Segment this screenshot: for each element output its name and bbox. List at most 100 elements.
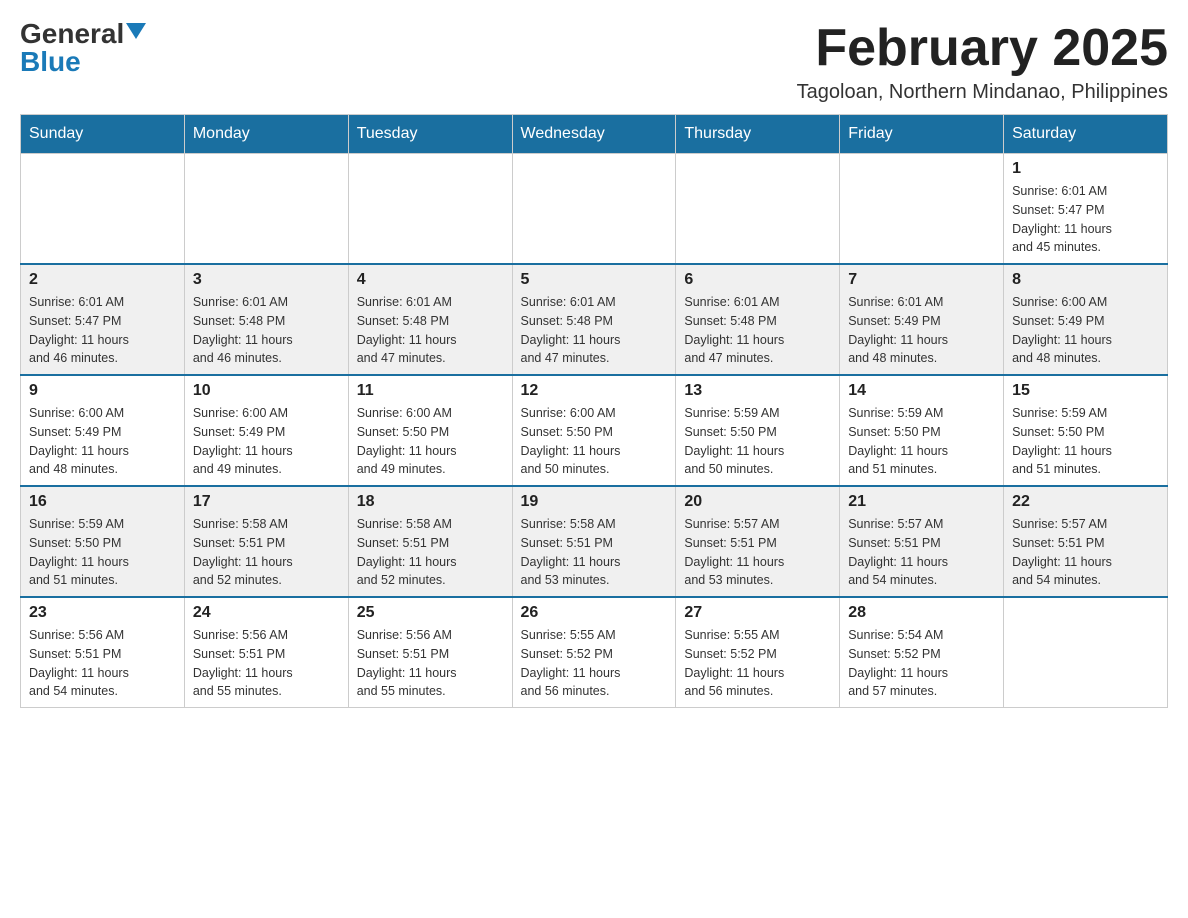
calendar-day-cell bbox=[676, 154, 840, 265]
day-number: 9 bbox=[29, 382, 176, 400]
calendar-day-cell: 17 Sunrise: 5:58 AM Sunset: 5:51 PM Dayli… bbox=[184, 486, 348, 597]
day-number: 2 bbox=[29, 271, 176, 289]
day-number: 19 bbox=[521, 493, 668, 511]
calendar-day-cell: 16 Sunrise: 5:59 AM Sunset: 5:50 PM Dayli… bbox=[21, 486, 185, 597]
day-number: 24 bbox=[193, 604, 340, 622]
calendar-day-cell bbox=[512, 154, 676, 265]
day-number: 1 bbox=[1012, 160, 1159, 178]
day-number: 3 bbox=[193, 271, 340, 289]
calendar-day-header: Saturday bbox=[1004, 115, 1168, 154]
day-info: Sunrise: 5:58 AM Sunset: 5:51 PM Dayligh… bbox=[357, 515, 504, 590]
day-number: 12 bbox=[521, 382, 668, 400]
calendar-day-cell: 7 Sunrise: 6:01 AM Sunset: 5:49 PM Daylig… bbox=[840, 264, 1004, 375]
day-number: 18 bbox=[357, 493, 504, 511]
day-number: 15 bbox=[1012, 382, 1159, 400]
location-title: Tagoloan, Northern Mindanao, Philippines bbox=[797, 81, 1168, 104]
day-number: 27 bbox=[684, 604, 831, 622]
calendar-day-cell: 21 Sunrise: 5:57 AM Sunset: 5:51 PM Dayli… bbox=[840, 486, 1004, 597]
day-info: Sunrise: 6:01 AM Sunset: 5:48 PM Dayligh… bbox=[193, 293, 340, 368]
calendar-header-row: SundayMondayTuesdayWednesdayThursdayFrid… bbox=[21, 115, 1168, 154]
logo-triangle-icon bbox=[126, 23, 146, 39]
calendar-day-cell: 5 Sunrise: 6:01 AM Sunset: 5:48 PM Daylig… bbox=[512, 264, 676, 375]
day-number: 16 bbox=[29, 493, 176, 511]
calendar-day-cell: 22 Sunrise: 5:57 AM Sunset: 5:51 PM Dayli… bbox=[1004, 486, 1168, 597]
day-info: Sunrise: 5:58 AM Sunset: 5:51 PM Dayligh… bbox=[521, 515, 668, 590]
calendar-day-cell bbox=[184, 154, 348, 265]
calendar-day-cell: 26 Sunrise: 5:55 AM Sunset: 5:52 PM Dayli… bbox=[512, 597, 676, 708]
calendar-day-cell: 11 Sunrise: 6:00 AM Sunset: 5:50 PM Dayli… bbox=[348, 375, 512, 486]
calendar-day-header: Thursday bbox=[676, 115, 840, 154]
calendar-day-cell: 19 Sunrise: 5:58 AM Sunset: 5:51 PM Dayli… bbox=[512, 486, 676, 597]
calendar-day-cell: 28 Sunrise: 5:54 AM Sunset: 5:52 PM Dayli… bbox=[840, 597, 1004, 708]
day-info: Sunrise: 5:59 AM Sunset: 5:50 PM Dayligh… bbox=[29, 515, 176, 590]
calendar-day-header: Monday bbox=[184, 115, 348, 154]
calendar-day-cell bbox=[21, 154, 185, 265]
calendar-day-header: Sunday bbox=[21, 115, 185, 154]
day-info: Sunrise: 5:55 AM Sunset: 5:52 PM Dayligh… bbox=[521, 626, 668, 701]
calendar-day-cell: 2 Sunrise: 6:01 AM Sunset: 5:47 PM Daylig… bbox=[21, 264, 185, 375]
calendar-day-header: Tuesday bbox=[348, 115, 512, 154]
logo-blue-text: Blue bbox=[20, 48, 81, 76]
day-number: 22 bbox=[1012, 493, 1159, 511]
day-info: Sunrise: 5:56 AM Sunset: 5:51 PM Dayligh… bbox=[29, 626, 176, 701]
calendar-day-cell: 1 Sunrise: 6:01 AM Sunset: 5:47 PM Daylig… bbox=[1004, 154, 1168, 265]
day-info: Sunrise: 6:01 AM Sunset: 5:47 PM Dayligh… bbox=[1012, 182, 1159, 257]
calendar-week-row: 9 Sunrise: 6:00 AM Sunset: 5:49 PM Daylig… bbox=[21, 375, 1168, 486]
day-number: 28 bbox=[848, 604, 995, 622]
calendar-day-cell: 3 Sunrise: 6:01 AM Sunset: 5:48 PM Daylig… bbox=[184, 264, 348, 375]
calendar-day-cell: 23Sunrise: 5:56 AM Sunset: 5:51 PM Dayli… bbox=[21, 597, 185, 708]
day-info: Sunrise: 5:59 AM Sunset: 5:50 PM Dayligh… bbox=[684, 404, 831, 479]
calendar-day-cell: 20 Sunrise: 5:57 AM Sunset: 5:51 PM Dayli… bbox=[676, 486, 840, 597]
day-number: 6 bbox=[684, 271, 831, 289]
day-info: Sunrise: 5:56 AM Sunset: 5:51 PM Dayligh… bbox=[193, 626, 340, 701]
calendar-day-cell: 15 Sunrise: 5:59 AM Sunset: 5:50 PM Dayli… bbox=[1004, 375, 1168, 486]
day-number: 4 bbox=[357, 271, 504, 289]
day-info: Sunrise: 6:00 AM Sunset: 5:49 PM Dayligh… bbox=[29, 404, 176, 479]
calendar-day-cell: 18 Sunrise: 5:58 AM Sunset: 5:51 PM Dayli… bbox=[348, 486, 512, 597]
calendar-day-cell: 27 Sunrise: 5:55 AM Sunset: 5:52 PM Dayli… bbox=[676, 597, 840, 708]
calendar-day-cell: 10Sunrise: 6:00 AM Sunset: 5:49 PM Dayli… bbox=[184, 375, 348, 486]
day-info: Sunrise: 5:56 AM Sunset: 5:51 PM Dayligh… bbox=[357, 626, 504, 701]
day-info: Sunrise: 5:58 AM Sunset: 5:51 PM Dayligh… bbox=[193, 515, 340, 590]
day-info: Sunrise: 6:00 AM Sunset: 5:49 PM Dayligh… bbox=[1012, 293, 1159, 368]
calendar-day-cell: 14 Sunrise: 5:59 AM Sunset: 5:50 PM Dayli… bbox=[840, 375, 1004, 486]
logo: General Blue bbox=[20, 20, 146, 76]
day-info: Sunrise: 5:59 AM Sunset: 5:50 PM Dayligh… bbox=[1012, 404, 1159, 479]
day-number: 14 bbox=[848, 382, 995, 400]
day-number: 5 bbox=[521, 271, 668, 289]
day-info: Sunrise: 6:00 AM Sunset: 5:50 PM Dayligh… bbox=[357, 404, 504, 479]
day-number: 13 bbox=[684, 382, 831, 400]
calendar-day-cell bbox=[348, 154, 512, 265]
calendar-day-cell: 8 Sunrise: 6:00 AM Sunset: 5:49 PM Daylig… bbox=[1004, 264, 1168, 375]
day-info: Sunrise: 6:01 AM Sunset: 5:48 PM Dayligh… bbox=[521, 293, 668, 368]
calendar-day-cell: 24 Sunrise: 5:56 AM Sunset: 5:51 PM Dayli… bbox=[184, 597, 348, 708]
day-info: Sunrise: 5:57 AM Sunset: 5:51 PM Dayligh… bbox=[848, 515, 995, 590]
day-number: 20 bbox=[684, 493, 831, 511]
day-info: Sunrise: 5:55 AM Sunset: 5:52 PM Dayligh… bbox=[684, 626, 831, 701]
day-info: Sunrise: 6:00 AM Sunset: 5:50 PM Dayligh… bbox=[521, 404, 668, 479]
day-number: 11 bbox=[357, 382, 504, 400]
calendar-day-cell bbox=[840, 154, 1004, 265]
calendar-day-cell bbox=[1004, 597, 1168, 708]
day-number: 7 bbox=[848, 271, 995, 289]
day-number: 8 bbox=[1012, 271, 1159, 289]
calendar-day-header: Wednesday bbox=[512, 115, 676, 154]
day-info: Sunrise: 6:01 AM Sunset: 5:47 PM Dayligh… bbox=[29, 293, 176, 368]
calendar-day-cell: 13 Sunrise: 5:59 AM Sunset: 5:50 PM Dayli… bbox=[676, 375, 840, 486]
day-info: Sunrise: 5:59 AM Sunset: 5:50 PM Dayligh… bbox=[848, 404, 995, 479]
day-number: 21 bbox=[848, 493, 995, 511]
page-header: General Blue February 2025 Tagoloan, Nor… bbox=[20, 20, 1168, 104]
day-info: Sunrise: 5:57 AM Sunset: 5:51 PM Dayligh… bbox=[1012, 515, 1159, 590]
day-number: 25 bbox=[357, 604, 504, 622]
calendar-week-row: 23Sunrise: 5:56 AM Sunset: 5:51 PM Dayli… bbox=[21, 597, 1168, 708]
calendar-day-header: Friday bbox=[840, 115, 1004, 154]
calendar-table: SundayMondayTuesdayWednesdayThursdayFrid… bbox=[20, 114, 1168, 708]
day-number: 26 bbox=[521, 604, 668, 622]
day-number: 17 bbox=[193, 493, 340, 511]
calendar-day-cell: 12 Sunrise: 6:00 AM Sunset: 5:50 PM Dayli… bbox=[512, 375, 676, 486]
day-info: Sunrise: 5:57 AM Sunset: 5:51 PM Dayligh… bbox=[684, 515, 831, 590]
calendar-week-row: 1 Sunrise: 6:01 AM Sunset: 5:47 PM Daylig… bbox=[21, 154, 1168, 265]
title-section: February 2025 Tagoloan, Northern Mindana… bbox=[797, 20, 1168, 104]
day-info: Sunrise: 6:01 AM Sunset: 5:49 PM Dayligh… bbox=[848, 293, 995, 368]
day-info: Sunrise: 5:54 AM Sunset: 5:52 PM Dayligh… bbox=[848, 626, 995, 701]
